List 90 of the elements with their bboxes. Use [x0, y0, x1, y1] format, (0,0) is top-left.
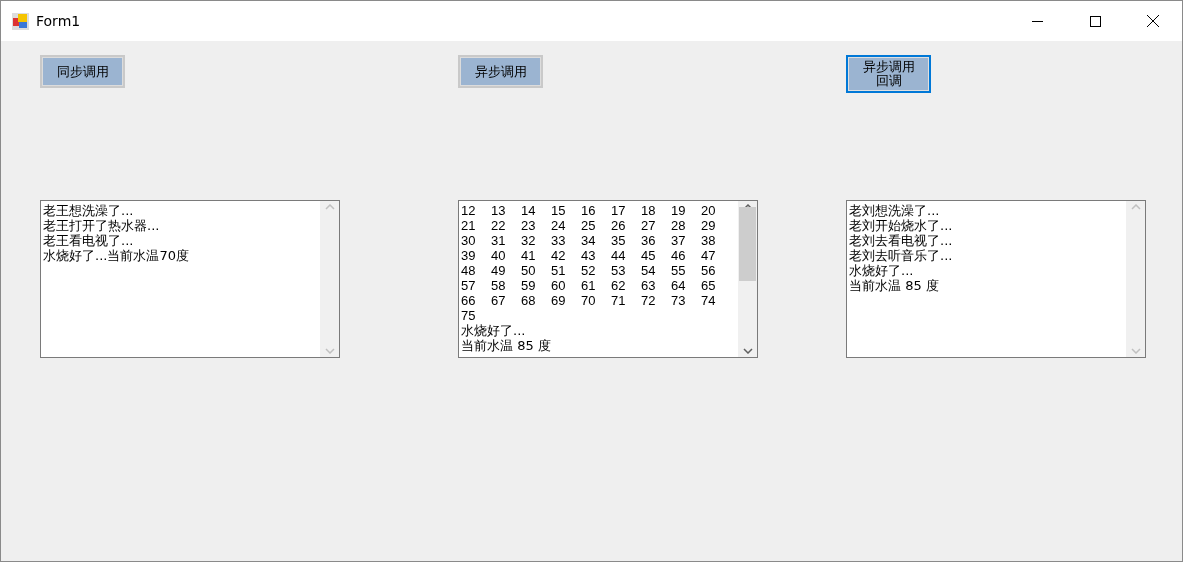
output-textbox[interactable]: 老刘想洗澡了... 老刘开始烧水了... 老刘去看电视了... 老刘去听音乐了... 水烧好了... 当前水温 85 度	[846, 200, 1146, 358]
number-text: 59	[521, 278, 537, 293]
number-text: 19	[671, 203, 687, 218]
number-text: 13	[491, 203, 507, 218]
number-text: 32	[521, 233, 537, 248]
output-textbox[interactable]: 老王想洗澡了... 老王打开了热水器... 老王看电视了... 水烧好了...当前水温70度	[40, 200, 340, 358]
minimize-icon	[1031, 20, 1043, 22]
number-text: 15	[551, 203, 567, 218]
number-text: 36	[641, 233, 657, 248]
number-text: 53	[611, 263, 627, 278]
number-text: 39	[461, 248, 477, 263]
number-text: 44	[611, 248, 627, 263]
number-text: 65	[701, 278, 717, 293]
log-line: 当前水温 85 度	[461, 338, 552, 353]
log-line: 水烧好了...	[461, 323, 527, 338]
number-text: 17	[611, 203, 627, 218]
number-text: 60	[551, 278, 567, 293]
number-text: 72	[641, 293, 657, 308]
close-icon	[1147, 15, 1159, 27]
output-textbox[interactable]	[458, 200, 758, 358]
number-text: 26	[611, 218, 627, 233]
action-button[interactable]: 异步调用回调	[846, 55, 931, 93]
log-line: 老刘去听音乐了...	[849, 248, 954, 263]
log-line: 老王打开了热水器...	[43, 218, 161, 233]
number-text: 64	[671, 278, 687, 293]
number-text: 51	[551, 263, 567, 278]
number-text: 75	[461, 308, 477, 323]
number-text: 61	[581, 278, 597, 293]
maximize-icon	[1089, 15, 1101, 27]
number-text: 73	[671, 293, 687, 308]
number-text: 71	[611, 293, 627, 308]
number-text: 50	[521, 263, 537, 278]
log-line: 老刘开始烧水了...	[849, 218, 954, 233]
number-text: 24	[551, 218, 567, 233]
log-line: 水烧好了...	[849, 263, 915, 278]
number-text: 25	[581, 218, 597, 233]
number-text: 58	[491, 278, 507, 293]
number-text: 14	[521, 203, 537, 218]
window-title: Form1	[36, 13, 82, 29]
number-text: 20	[701, 203, 717, 218]
number-text: 66	[461, 293, 477, 308]
number-text: 37	[671, 233, 687, 248]
number-text: 22	[491, 218, 507, 233]
log-line: 老刘想洗澡了...	[849, 203, 941, 218]
number-text: 45	[641, 248, 657, 263]
scroll-down-icon[interactable]	[742, 348, 753, 354]
number-text: 29	[701, 218, 717, 233]
number-text: 43	[581, 248, 597, 263]
number-text: 69	[551, 293, 567, 308]
log-line: 老王看电视了...	[43, 233, 135, 248]
number-text: 34	[581, 233, 597, 248]
action-button[interactable]: 同步调用	[40, 55, 125, 88]
scrollbar[interactable]	[738, 201, 757, 357]
number-text: 68	[521, 293, 537, 308]
number-text: 27	[641, 218, 657, 233]
number-text: 35	[611, 233, 627, 248]
number-text: 55	[671, 263, 687, 278]
action-button[interactable]: 异步调用	[458, 55, 543, 88]
number-text: 52	[581, 263, 597, 278]
log-line: 老王想洗澡了...	[43, 203, 135, 218]
number-text: 38	[701, 233, 717, 248]
number-text: 21	[461, 218, 477, 233]
number-text: 57	[461, 278, 477, 293]
number-text: 16	[581, 203, 597, 218]
number-text: 74	[701, 293, 717, 308]
number-text: 42	[551, 248, 567, 263]
app-icon	[12, 12, 29, 30]
number-text: 54	[641, 263, 657, 278]
number-text: 41	[521, 248, 537, 263]
number-text: 18	[641, 203, 657, 218]
number-text: 48	[461, 263, 477, 278]
number-text: 70	[581, 293, 597, 308]
number-text: 56	[701, 263, 717, 278]
number-text: 47	[701, 248, 717, 263]
number-text: 30	[461, 233, 477, 248]
number-text: 67	[491, 293, 507, 308]
scrollbar-thumb[interactable]	[739, 207, 756, 281]
number-text: 28	[671, 218, 687, 233]
number-text: 23	[521, 218, 537, 233]
number-text: 63	[641, 278, 657, 293]
log-line: 当前水温 85 度	[849, 278, 940, 293]
log-line: 水烧好了...当前水温70度	[43, 248, 190, 263]
number-text: 31	[491, 233, 507, 248]
number-text: 62	[611, 278, 627, 293]
number-text: 33	[551, 233, 567, 248]
number-text: 46	[671, 248, 687, 263]
number-text: 12	[461, 203, 477, 218]
number-text: 40	[491, 248, 507, 263]
number-text: 49	[491, 263, 507, 278]
log-line: 老刘去看电视了...	[849, 233, 954, 248]
